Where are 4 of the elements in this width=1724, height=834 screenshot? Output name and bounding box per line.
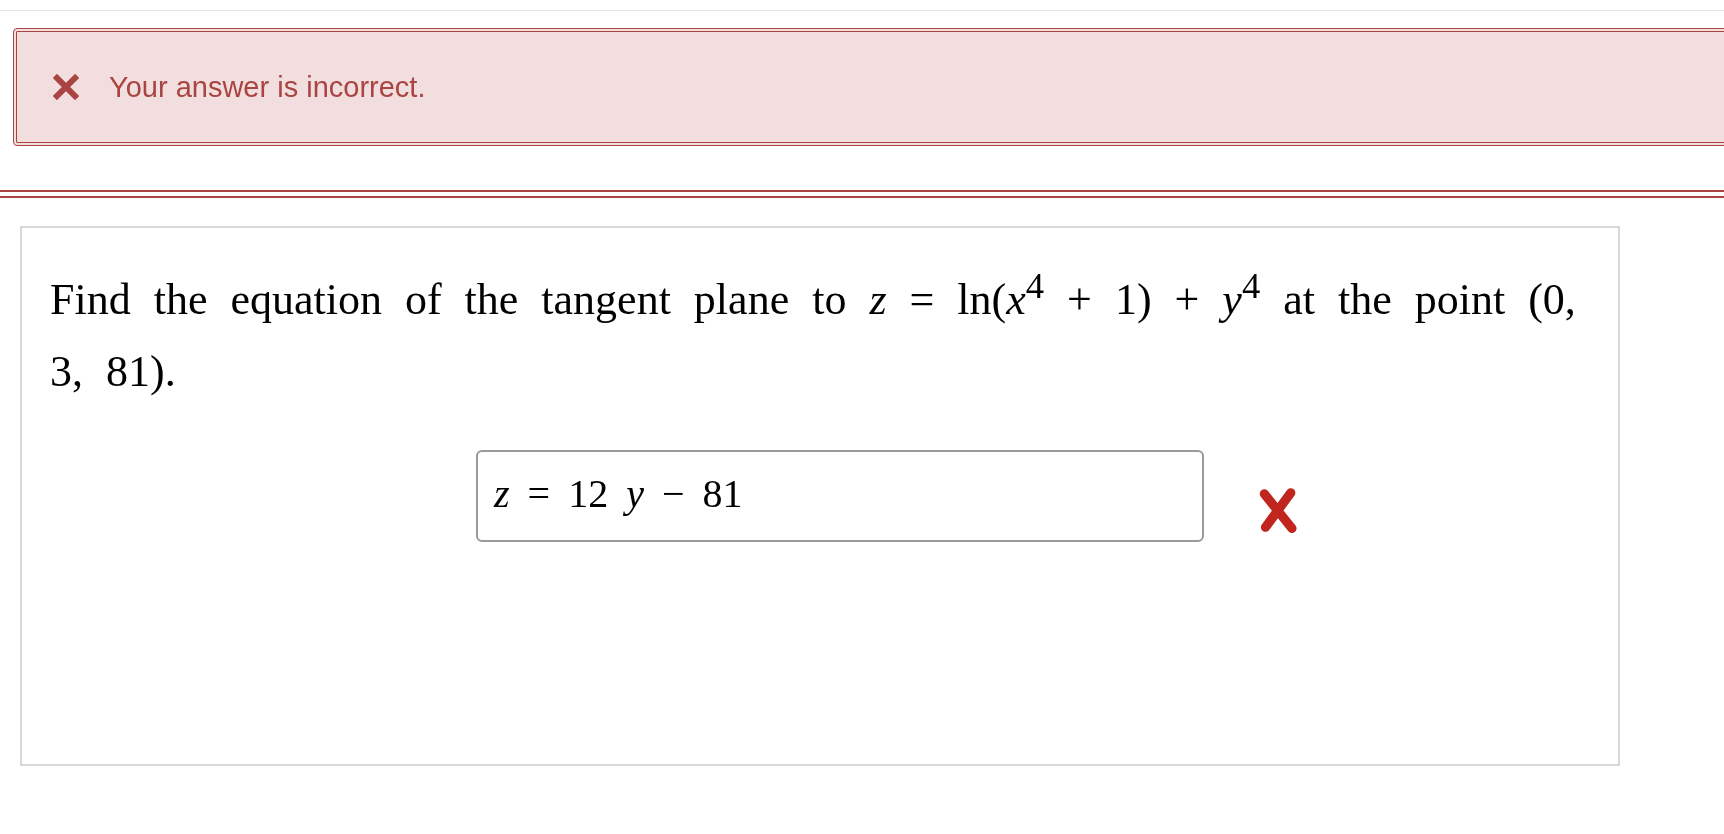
feedback-message: Your answer is incorrect. xyxy=(109,70,426,104)
answer-field[interactable]: z = 12 y − 81 xyxy=(476,449,1204,542)
close-icon xyxy=(53,74,79,100)
question-text: Find the equation of the tangent plane to z = ln(x$^{4}$ + 1) + y$^{4}$ at the point (0, 3, 81). xyxy=(50,264,1577,398)
